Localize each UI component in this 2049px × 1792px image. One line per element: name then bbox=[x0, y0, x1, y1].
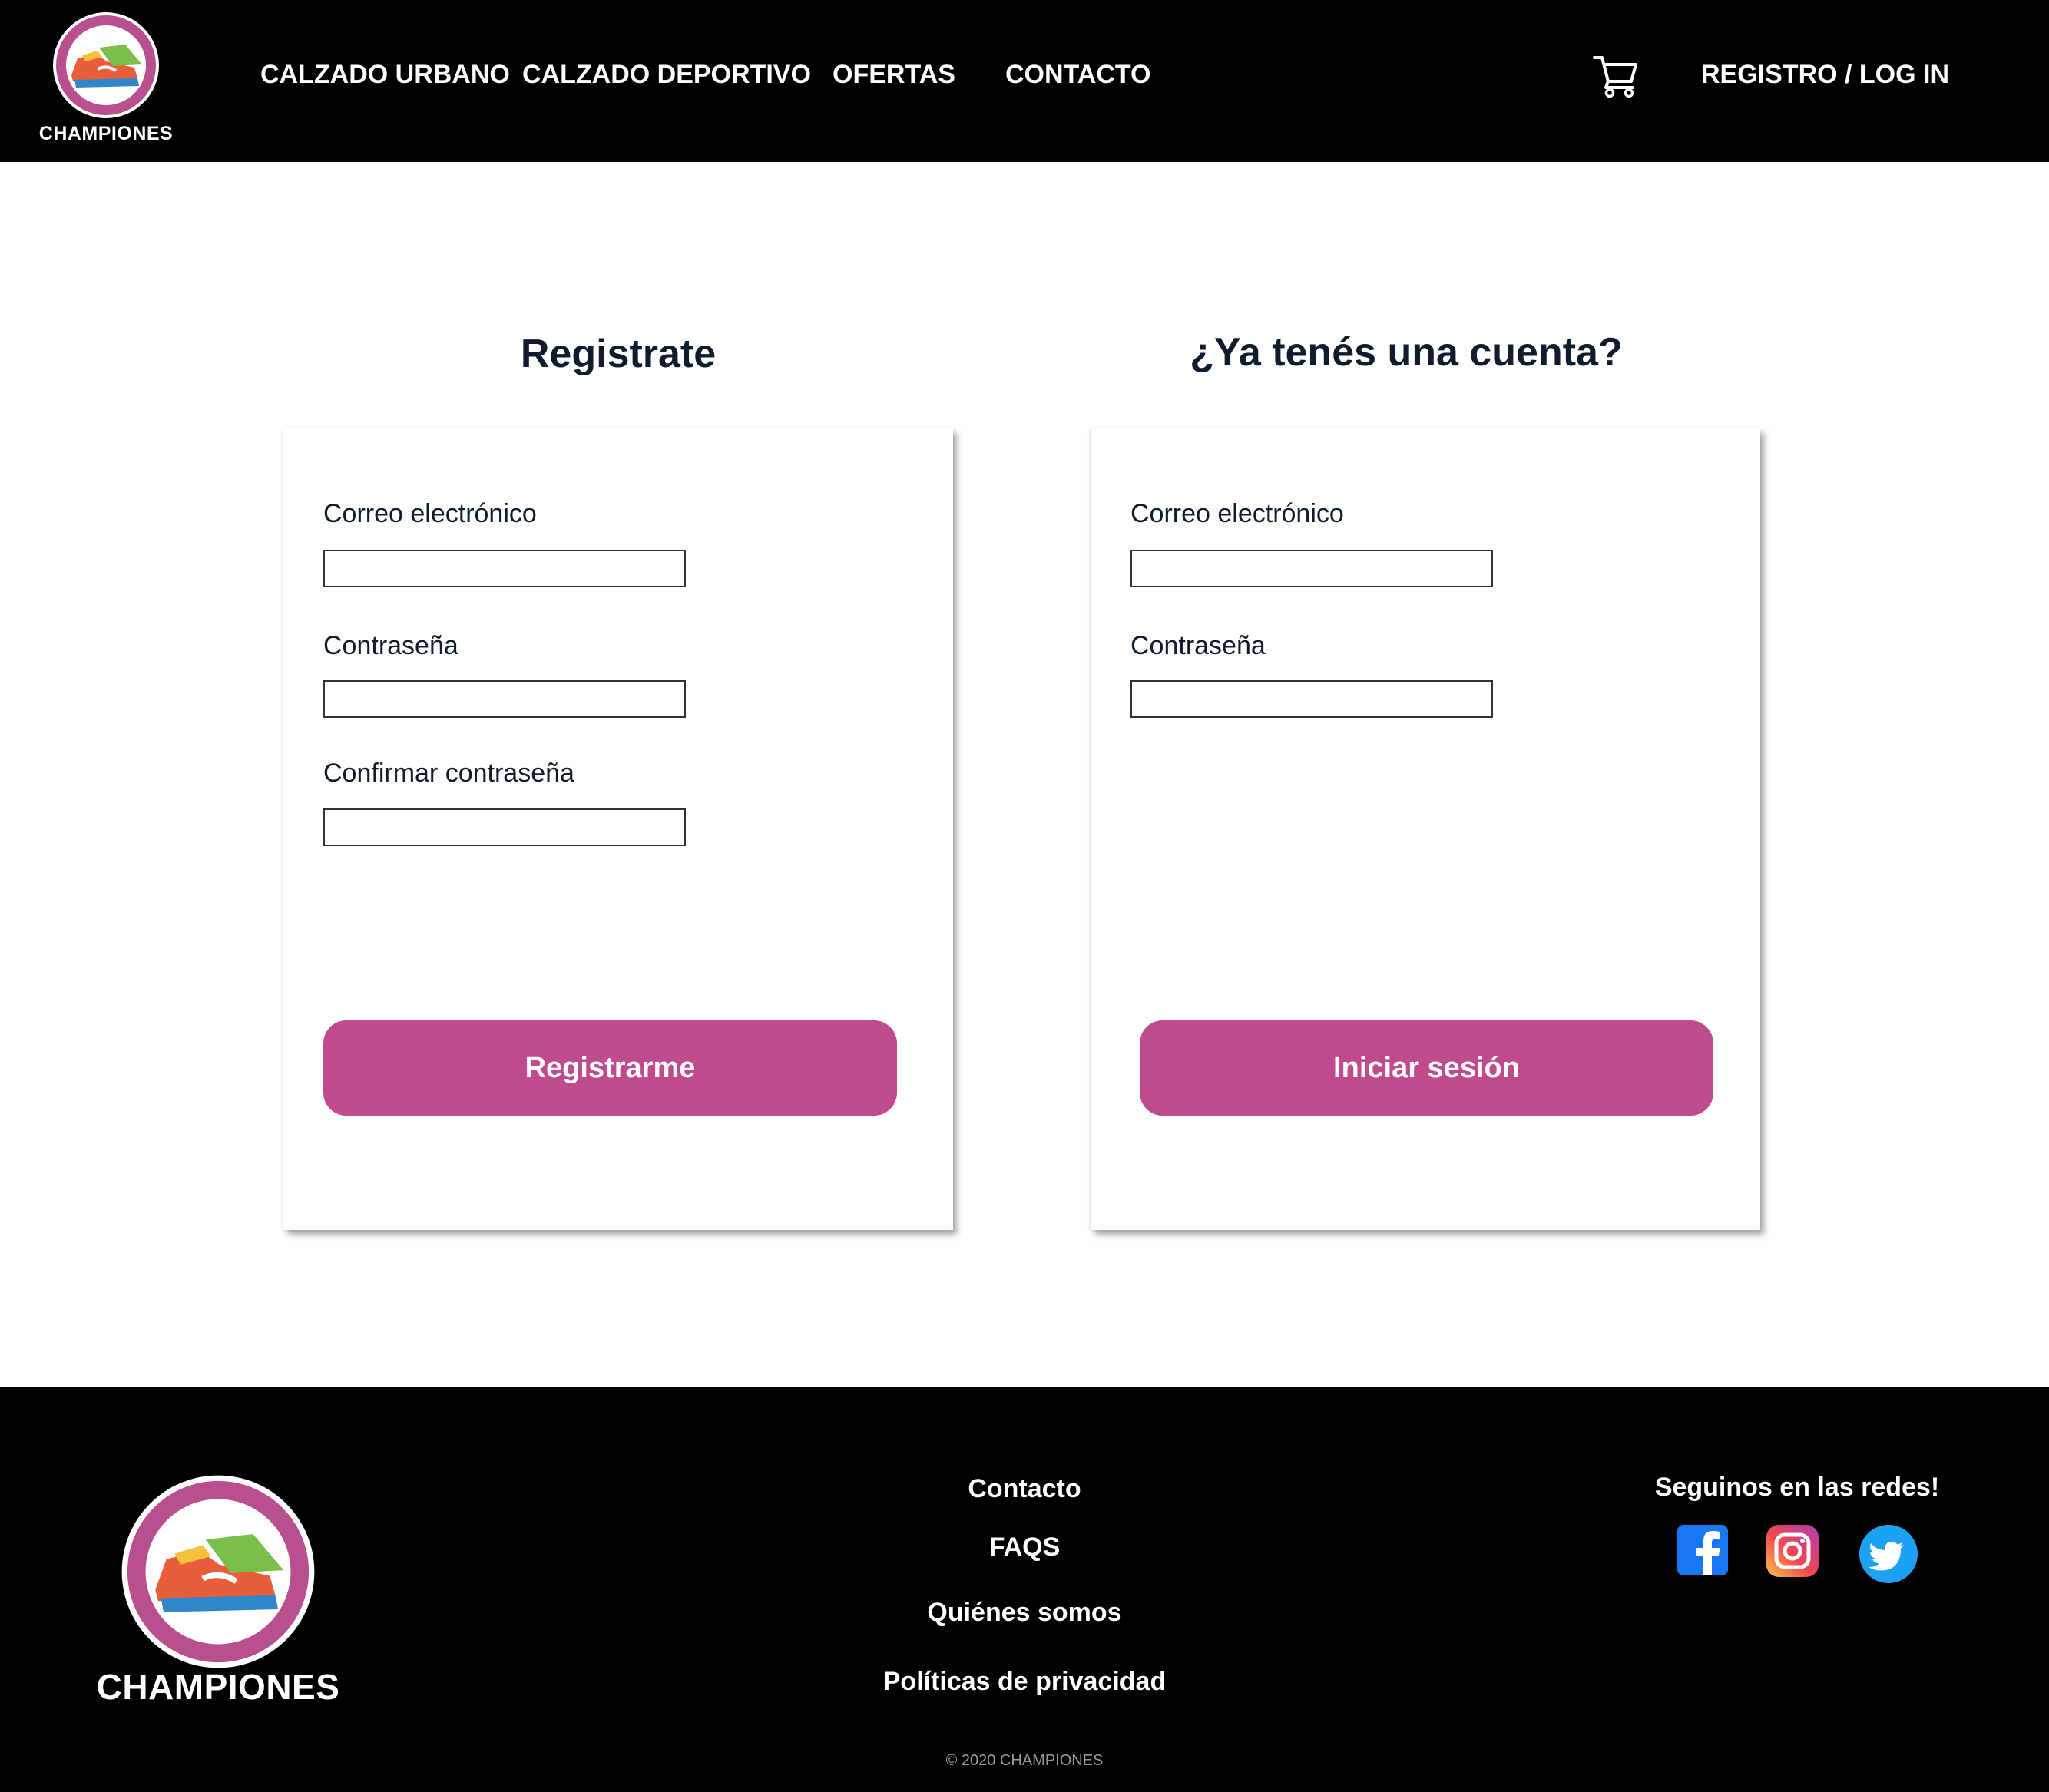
site-footer: CHAMPIONES Contacto FAQS Quiénes somos P… bbox=[0, 1387, 2049, 1792]
footer-brand-logo[interactable]: CHAMPIONES bbox=[95, 1473, 341, 1726]
register-button[interactable]: Registrarme bbox=[323, 1020, 897, 1116]
login-email-label: Correo electrónico bbox=[1130, 499, 1344, 528]
brand-name: CHAMPIONES bbox=[38, 123, 174, 144]
sneakers-logo-icon bbox=[53, 12, 159, 118]
nav-calzado-deportivo[interactable]: CALZADO DEPORTIVO bbox=[522, 60, 811, 90]
instagram-icon[interactable] bbox=[1766, 1525, 1819, 1581]
social-title: Seguinos en las redes! bbox=[1654, 1473, 1940, 1502]
footer-link-contacto[interactable]: Contacto bbox=[794, 1474, 1255, 1504]
register-card: Correo electrónico Contraseña Confirmar … bbox=[283, 428, 953, 1230]
login-card: Correo electrónico Contraseña Iniciar se… bbox=[1091, 428, 1760, 1230]
register-email-label: Correo electrónico bbox=[323, 499, 537, 528]
footer-link-quienes-somos[interactable]: Quiénes somos bbox=[794, 1598, 1255, 1628]
login-password-input[interactable] bbox=[1130, 680, 1493, 718]
register-title: Registrate bbox=[520, 332, 717, 376]
brand-logo[interactable]: CHAMPIONES bbox=[37, 11, 175, 149]
register-password-input[interactable] bbox=[323, 680, 686, 718]
register-email-input[interactable] bbox=[323, 550, 686, 587]
footer-brand-name: CHAMPIONES bbox=[96, 1667, 340, 1707]
shopping-cart-icon[interactable] bbox=[1593, 54, 1639, 98]
nav-ofertas[interactable]: OFERTAS bbox=[833, 60, 955, 90]
login-button[interactable]: Iniciar sesión bbox=[1140, 1020, 1713, 1116]
register-login-link[interactable]: REGISTRO / LOG IN bbox=[1701, 60, 1949, 90]
login-title: ¿Ya tenés una cuenta? bbox=[1190, 330, 1623, 375]
nav-calzado-urbano[interactable]: CALZADO URBANO bbox=[260, 60, 510, 90]
register-confirm-password-label: Confirmar contraseña bbox=[323, 759, 574, 788]
register-confirm-password-input[interactable] bbox=[323, 808, 686, 846]
facebook-icon[interactable] bbox=[1677, 1525, 1728, 1579]
footer-link-faqs[interactable]: FAQS bbox=[794, 1532, 1255, 1562]
copyright-text: © 2020 CHAMPIONES bbox=[945, 1752, 1104, 1769]
sneakers-logo-icon bbox=[121, 1475, 315, 1668]
nav-contacto[interactable]: CONTACTO bbox=[1005, 60, 1151, 90]
register-password-label: Contraseña bbox=[323, 631, 458, 660]
login-password-label: Contraseña bbox=[1130, 631, 1266, 660]
footer-link-politicas[interactable]: Políticas de privacidad bbox=[794, 1667, 1255, 1697]
site-header: CHAMPIONES CALZADO URBANO CALZADO DEPORT… bbox=[0, 0, 2049, 162]
login-email-input[interactable] bbox=[1130, 550, 1493, 587]
twitter-icon[interactable] bbox=[1859, 1525, 1918, 1587]
